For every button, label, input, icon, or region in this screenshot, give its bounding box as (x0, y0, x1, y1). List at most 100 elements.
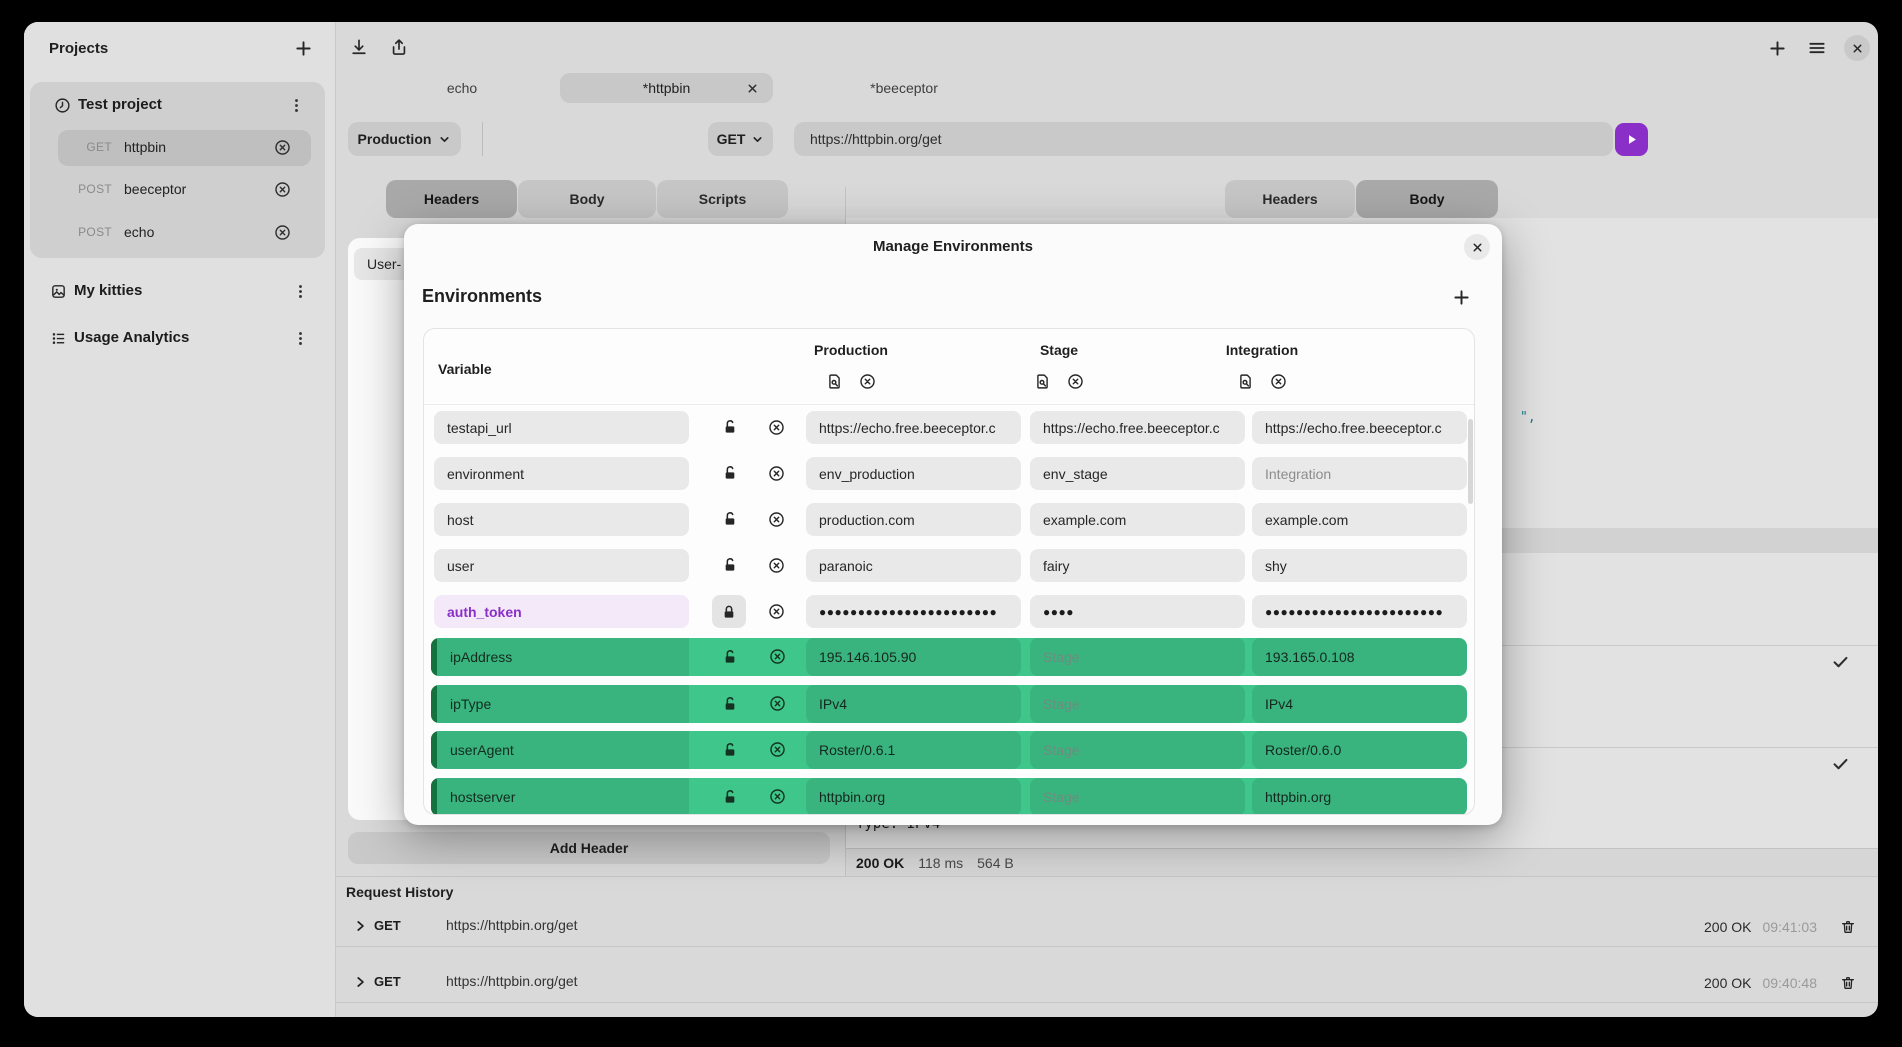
variable-value-input[interactable]: https://echo.free.beeceptor.c (1030, 411, 1245, 444)
history-row[interactable]: GEThttps://httpbin.org/get200 OK09:40:48 (335, 963, 1878, 1003)
variable-value-input[interactable]: Integration (1252, 457, 1467, 490)
request-item-echo[interactable]: POSTecho (58, 215, 311, 251)
request-item-beeceptor[interactable]: POSTbeeceptor (58, 172, 311, 208)
delete-variable-button[interactable] (768, 465, 785, 482)
history-row[interactable]: GEThttps://httpbin.org/get200 OK09:41:03 (335, 907, 1878, 947)
variable-value-input[interactable]: 193.165.0.108 (1252, 638, 1467, 676)
request-tab-body[interactable]: Body (518, 180, 656, 218)
modal-close-button[interactable] (1464, 234, 1490, 260)
request-item-httpbin[interactable]: GEThttpbin (58, 130, 311, 166)
variable-value-input[interactable]: ●●●●●●●●●●●●●●●●●●●●●●● (1252, 595, 1467, 628)
window-close-button[interactable] (1844, 35, 1870, 61)
variable-name-input[interactable]: userAgent (437, 731, 689, 769)
add-header-button[interactable]: Add Header (348, 832, 830, 864)
delete-history-button[interactable] (1840, 919, 1856, 935)
variable-value-input[interactable]: paranoic (806, 549, 1021, 582)
project-group-header[interactable]: My kitties (30, 275, 325, 308)
method-selector[interactable]: GET (708, 122, 773, 156)
project-group-header[interactable]: Test project (30, 90, 325, 122)
environment-delete-button[interactable] (1270, 373, 1287, 390)
export-button[interactable] (388, 36, 410, 58)
expand-history-button[interactable] (353, 975, 367, 989)
variable-value-input[interactable]: shy (1252, 549, 1467, 582)
delete-variable-button[interactable] (769, 648, 786, 665)
table-scrollbar[interactable] (1468, 419, 1473, 504)
project-group-header[interactable]: Usage Analytics (30, 322, 325, 355)
variable-name-input[interactable]: host (434, 503, 689, 536)
lock-variable-button[interactable] (722, 742, 738, 758)
request-tab-headers[interactable]: Headers (386, 180, 517, 218)
send-request-button[interactable] (1615, 123, 1648, 156)
tab-beeceptor[interactable]: *beeceptor (849, 73, 959, 103)
menu-button[interactable] (1806, 37, 1828, 59)
variable-value-input[interactable]: env_production (806, 457, 1021, 490)
delete-history-button[interactable] (1840, 975, 1856, 991)
close-tab-button[interactable] (746, 82, 759, 95)
variable-name-input[interactable]: ipAddress (437, 638, 689, 676)
add-project-button[interactable] (292, 37, 314, 59)
project-menu-button[interactable] (292, 283, 309, 300)
variable-value-input[interactable]: production.com (806, 503, 1021, 536)
lock-variable-button[interactable] (712, 595, 746, 628)
variable-value-input[interactable]: IPv4 (1252, 685, 1467, 723)
variable-value-input[interactable]: ●●●●●●●●●●●●●●●●●●●●●●● (806, 595, 1021, 628)
close-request-button[interactable] (274, 181, 291, 198)
response-tab-body[interactable]: Body (1356, 180, 1498, 218)
variable-value-input[interactable]: IPv4 (806, 685, 1021, 723)
project-menu-button[interactable] (288, 97, 305, 114)
variable-value-input[interactable]: Roster/0.6.0 (1252, 731, 1467, 769)
variable-value-input[interactable]: httpbin.org (806, 778, 1021, 815)
request-tab-scripts[interactable]: Scripts (657, 180, 788, 218)
delete-variable-button[interactable] (768, 419, 785, 436)
environment-selector[interactable]: Production (348, 122, 461, 156)
expand-history-button[interactable] (353, 919, 367, 933)
variable-value-input[interactable]: https://echo.free.beeceptor.c (1252, 411, 1467, 444)
new-tab-button[interactable] (1766, 37, 1788, 59)
lock-variable-button[interactable] (722, 511, 738, 527)
lock-variable-button[interactable] (722, 649, 738, 665)
variable-value-input[interactable]: Stage (1030, 638, 1245, 676)
lock-variable-button[interactable] (722, 557, 738, 573)
environment-inspect-button[interactable] (826, 373, 843, 390)
check-icon[interactable] (1831, 652, 1850, 671)
check-icon[interactable] (1831, 754, 1850, 773)
close-request-button[interactable] (274, 224, 291, 241)
url-input[interactable]: https://httpbin.org/get (794, 122, 1613, 156)
variable-value-input[interactable]: Roster/0.6.1 (806, 731, 1021, 769)
variable-value-input[interactable]: fairy (1030, 549, 1245, 582)
delete-variable-button[interactable] (768, 557, 785, 574)
variable-value-input[interactable]: env_stage (1030, 457, 1245, 490)
add-environment-button[interactable] (1450, 286, 1472, 308)
variable-name-input[interactable]: hostserver (437, 778, 689, 815)
variable-value-input[interactable]: Stage (1030, 778, 1245, 815)
environment-delete-button[interactable] (859, 373, 876, 390)
variable-value-input[interactable]: https://echo.free.beeceptor.c (806, 411, 1021, 444)
lock-variable-button[interactable] (722, 696, 738, 712)
variable-value-input[interactable]: example.com (1030, 503, 1245, 536)
response-tab-headers[interactable]: Headers (1225, 180, 1355, 218)
variable-value-input[interactable]: example.com (1252, 503, 1467, 536)
variable-value-input[interactable]: Stage (1030, 731, 1245, 769)
variable-name-input[interactable]: testapi_url (434, 411, 689, 444)
variable-name-input[interactable]: ipType (437, 685, 689, 723)
variable-value-input[interactable]: Stage (1030, 685, 1245, 723)
environment-inspect-button[interactable] (1237, 373, 1254, 390)
import-button[interactable] (348, 36, 370, 58)
variable-name-input[interactable]: environment (434, 457, 689, 490)
variable-name-input[interactable]: auth_token (434, 595, 689, 628)
close-request-button[interactable] (274, 139, 291, 156)
variable-value-input[interactable]: ●●●● (1030, 595, 1245, 628)
lock-variable-button[interactable] (722, 789, 738, 805)
lock-variable-button[interactable] (722, 465, 738, 481)
environment-inspect-button[interactable] (1034, 373, 1051, 390)
tab-httpbin[interactable]: *httpbin (560, 73, 773, 103)
variable-name-input[interactable]: user (434, 549, 689, 582)
project-menu-button[interactable] (292, 330, 309, 347)
variable-value-input[interactable]: httpbin.org (1252, 778, 1467, 815)
environment-delete-button[interactable] (1067, 373, 1084, 390)
delete-variable-button[interactable] (769, 695, 786, 712)
tab-echo[interactable]: echo (412, 73, 512, 103)
variable-value-input[interactable]: 195.146.105.90 (806, 638, 1021, 676)
delete-variable-button[interactable] (769, 788, 786, 805)
lock-variable-button[interactable] (722, 419, 738, 435)
